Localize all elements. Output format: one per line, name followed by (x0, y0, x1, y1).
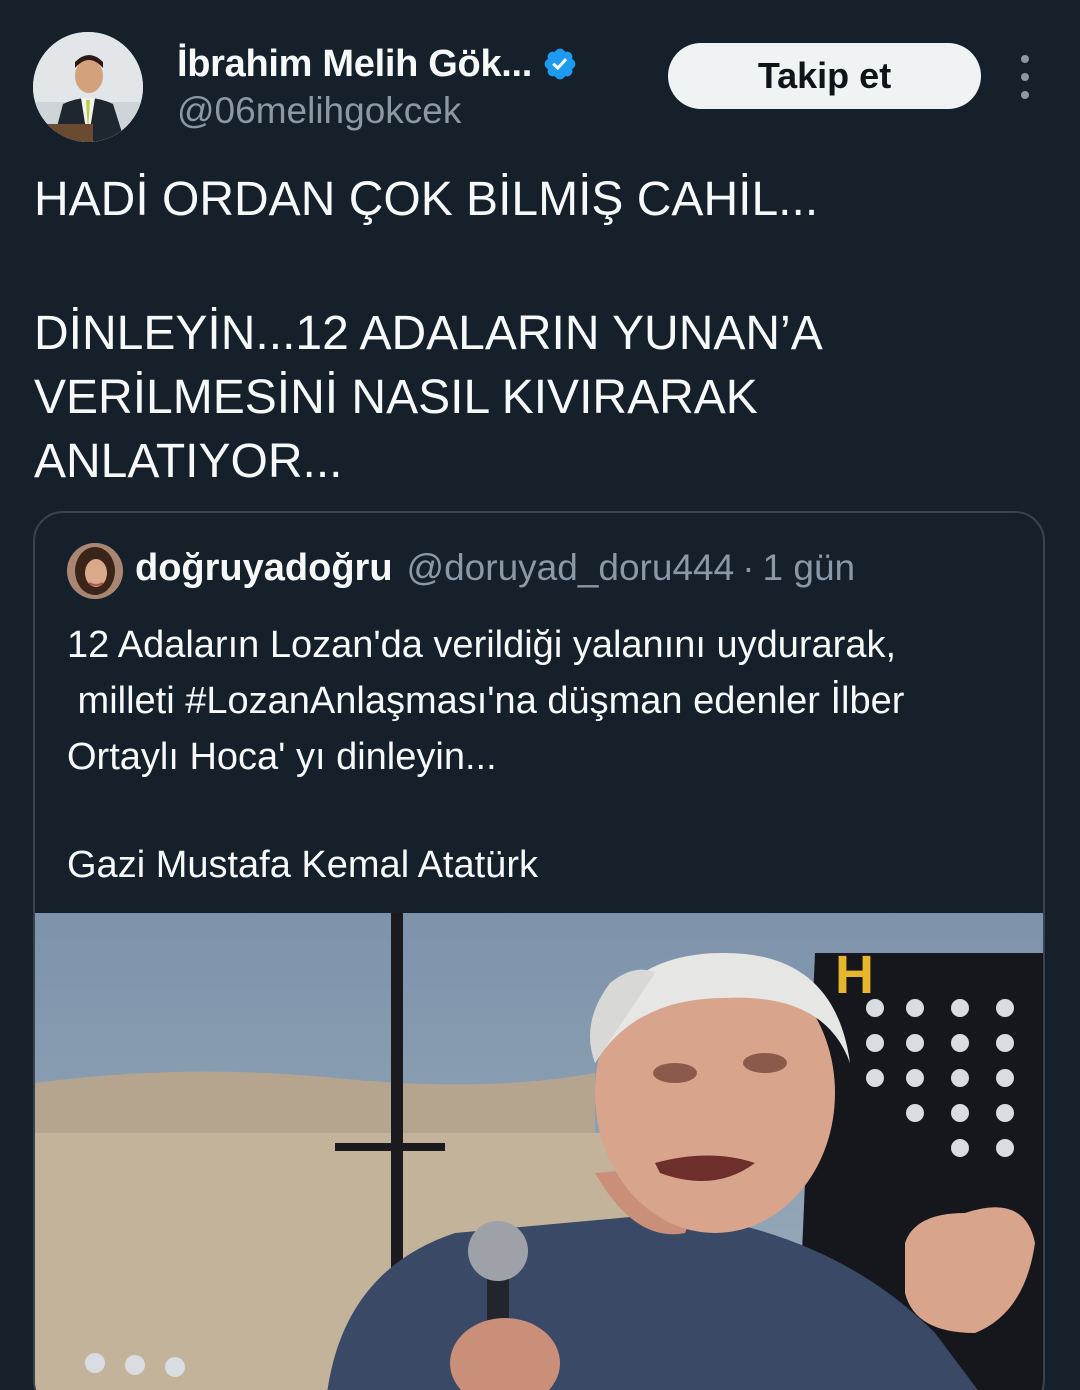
quoted-display-name[interactable]: doğruyadoğru (135, 547, 393, 590)
more-dot (1021, 73, 1029, 81)
author-display-name[interactable]: İbrahim Melih Gök... (177, 43, 532, 86)
quoted-handle[interactable]: @doruyad_doru444 (407, 547, 735, 589)
quoted-line: 12 Adaların Lozan'da verildiği yalanını … (67, 624, 897, 666)
separator-dot: · (742, 547, 755, 588)
quoted-text: 12 Adaların Lozan'da verildiği yalanını … (67, 617, 1027, 893)
quoted-author-avatar[interactable] (67, 543, 123, 599)
author-avatar[interactable] (33, 32, 143, 142)
author-handle[interactable]: @06melihgokcek (177, 90, 461, 132)
quoted-line: milleti #LozanAnlaşması'na düşman edenle… (67, 680, 905, 722)
more-dot (1021, 91, 1029, 99)
tweet-line: ANLATIYOR... (34, 435, 343, 488)
profile-photo (67, 543, 123, 599)
tweet-line: DİNLEYİN...12 ADALARIN YUNAN’A (34, 307, 823, 360)
quoted-line: Ortaylı Hoca' yı dinleyin... (67, 736, 497, 778)
quoted-header: doğruyadoğru @doruyad_doru444 · 1 gün (135, 547, 855, 590)
tweet-line: VERİLMESİNİ NASIL KIVIRARAK (34, 371, 758, 424)
tweet-line: HADİ ORDAN ÇOK BİLMİŞ CAHİL... (34, 173, 819, 226)
channel-logo: H (835, 945, 874, 1005)
more-dot (1021, 55, 1029, 63)
more-vertical-icon[interactable] (1010, 55, 1040, 99)
author-name-row[interactable]: İbrahim Melih Gök... (177, 38, 578, 90)
quoted-line: Gazi Mustafa Kemal Atatürk (67, 844, 538, 886)
tweet-text: HADİ ORDAN ÇOK BİLMİŞ CAHİL... DİNLEYİN.… (34, 168, 1044, 494)
video-frame-image: H (35, 913, 1043, 1390)
quoted-timestamp[interactable]: 1 gün (763, 547, 856, 589)
quoted-video-thumbnail[interactable]: H (35, 913, 1043, 1390)
profile-photo (33, 32, 143, 142)
verified-badge-icon (544, 48, 576, 80)
quoted-tweet[interactable]: doğruyadoğru @doruyad_doru444 · 1 gün 12… (33, 511, 1045, 1390)
follow-button[interactable]: Takip et (668, 43, 981, 109)
